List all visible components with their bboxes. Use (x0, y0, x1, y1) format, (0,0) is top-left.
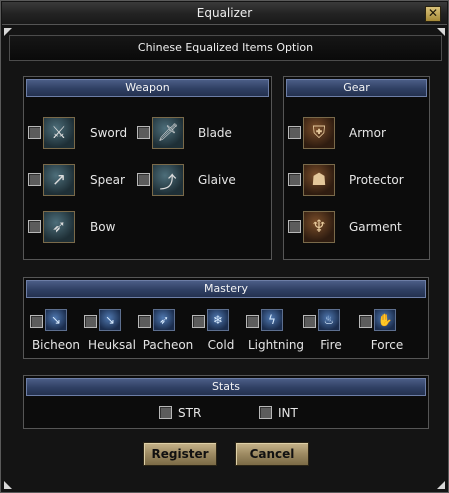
glaive-checkbox[interactable] (137, 173, 150, 186)
force-icon: ✋ (374, 309, 396, 331)
stats-panel-header: Stats (26, 378, 426, 396)
corner-ornament-icon (4, 481, 12, 489)
heuksal-checkbox[interactable] (84, 315, 97, 328)
cold-label: Cold (207, 338, 235, 352)
bow-label: Bow (90, 220, 116, 234)
equalizer-window: Equalizer ✕ Chinese Equalized Items Opti… (0, 0, 449, 493)
bow-icon: ➶ (43, 211, 75, 243)
fire-icon: ♨ (318, 309, 340, 331)
bicheon-icon: ↘ (45, 309, 67, 331)
heuksal-icon: ↘ (99, 309, 121, 331)
force-label: Force (370, 338, 404, 352)
corner-ornament-icon (437, 481, 445, 489)
protector-checkbox[interactable] (288, 173, 301, 186)
register-button[interactable]: Register (143, 442, 217, 466)
spear-icon: ↗ (43, 164, 75, 196)
protector-label: Protector (349, 173, 404, 187)
sword-checkbox[interactable] (28, 126, 41, 139)
cancel-button[interactable]: Cancel (235, 442, 309, 466)
garment-label: Garment (349, 220, 402, 234)
int-checkbox[interactable] (259, 406, 272, 419)
blade-icon: 🗡 (152, 117, 184, 149)
pacheon-checkbox[interactable] (138, 315, 151, 328)
mastery-panel-header: Mastery (26, 280, 426, 298)
window-title: Equalizer (196, 6, 253, 20)
garment-icon: ♆ (303, 211, 335, 243)
lightning-label: Lightning (247, 338, 305, 352)
blade-checkbox[interactable] (137, 126, 150, 139)
bow-checkbox[interactable] (28, 220, 41, 233)
sword-icon: ⚔ (43, 117, 75, 149)
spear-label: Spear (90, 173, 125, 187)
garment-checkbox[interactable] (288, 220, 301, 233)
armor-checkbox[interactable] (288, 126, 301, 139)
int-label: INT (278, 406, 298, 420)
cold-icon: ❄ (207, 309, 229, 331)
bicheon-checkbox[interactable] (30, 315, 43, 328)
pacheon-icon: ➶ (153, 309, 175, 331)
cold-checkbox[interactable] (192, 315, 205, 328)
stats-panel: Stats (23, 375, 429, 429)
force-checkbox[interactable] (359, 315, 372, 328)
str-checkbox[interactable] (159, 406, 172, 419)
fire-checkbox[interactable] (303, 315, 316, 328)
glaive-label: Glaive (198, 173, 236, 187)
str-label: STR (178, 406, 202, 420)
armor-label: Armor (349, 126, 386, 140)
lightning-checkbox[interactable] (246, 315, 259, 328)
gear-panel-header: Gear (286, 79, 427, 97)
lightning-icon: ϟ (261, 309, 283, 331)
option-header: Chinese Equalized Items Option (9, 35, 442, 61)
glaive-icon: ⤴ (152, 164, 184, 196)
close-button[interactable]: ✕ (425, 6, 441, 22)
sword-label: Sword (90, 126, 128, 140)
bicheon-label: Bicheon (31, 338, 81, 352)
heuksal-label: Heuksal (88, 338, 136, 352)
spear-checkbox[interactable] (28, 173, 41, 186)
blade-label: Blade (198, 126, 232, 140)
protector-icon: ☗ (303, 164, 335, 196)
weapon-panel-header: Weapon (26, 79, 269, 97)
fire-label: Fire (320, 338, 342, 352)
title-bar[interactable]: Equalizer ✕ (2, 2, 447, 25)
armor-icon: ⛨ (303, 117, 335, 149)
pacheon-label: Pacheon (142, 338, 194, 352)
